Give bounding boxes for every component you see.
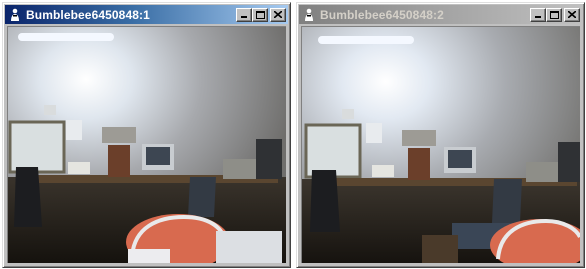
close-button[interactable] [270,7,286,22]
title-bar[interactable]: Bumblebee6450848:1 [5,5,288,24]
camera-window-2[interactable]: Bumblebee6450848:2 [296,2,585,268]
maximize-button[interactable] [546,7,562,22]
window-title: Bumblebee6450848:1 [26,7,150,22]
minimize-button[interactable] [236,7,252,22]
maximize-icon [256,10,265,19]
camera-image [8,27,286,263]
minimize-icon [535,15,541,18]
camera-window-1[interactable]: Bumblebee6450848:1 [2,2,291,268]
maximize-button[interactable] [252,7,268,22]
minimize-icon [241,15,247,18]
camera-image [302,27,580,263]
window-title: Bumblebee6450848:2 [320,7,444,22]
close-icon [274,11,282,18]
maximize-icon [550,10,559,19]
minimize-button[interactable] [530,7,546,22]
camera-view [7,26,286,263]
camera-view [301,26,580,263]
title-bar[interactable]: Bumblebee6450848:2 [299,5,582,24]
close-button[interactable] [564,7,580,22]
bumblebee-app-icon[interactable] [7,7,23,23]
bumblebee-app-icon[interactable] [301,7,317,23]
close-icon [568,11,576,18]
